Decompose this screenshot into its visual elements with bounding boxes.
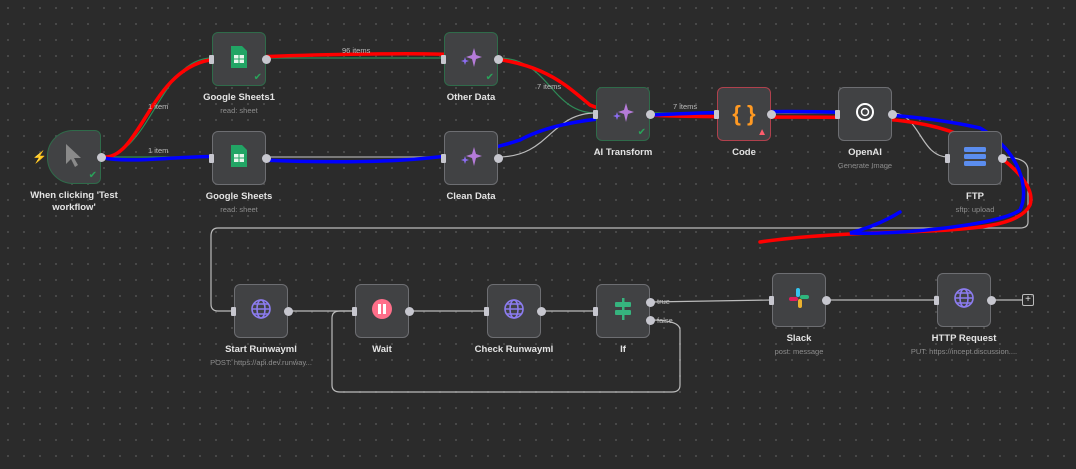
node-start[interactable] [234, 284, 288, 338]
output-handle[interactable] [405, 307, 414, 316]
add-node-button[interactable]: + [1022, 294, 1034, 306]
ai-sparkle-icon [459, 144, 483, 173]
output-handle[interactable] [537, 307, 546, 316]
slack-icon [788, 287, 810, 314]
openai-icon [853, 100, 877, 129]
node-title: Slack [786, 333, 812, 344]
input-handle[interactable] [441, 55, 446, 64]
node-title: Wait [372, 344, 392, 355]
output-handle[interactable] [262, 154, 271, 163]
input-handle[interactable] [835, 110, 840, 119]
input-handle[interactable] [484, 307, 489, 316]
trigger-bolt-icon: ⚡ [32, 150, 47, 164]
node-ai[interactable]: ✔ [596, 87, 650, 141]
output-handle[interactable] [262, 55, 271, 64]
node-http[interactable] [937, 273, 991, 327]
node-check[interactable] [487, 284, 541, 338]
edge-label: 7 items [537, 82, 562, 91]
node-title: FTP [966, 191, 984, 202]
node-slack[interactable] [772, 273, 826, 327]
node-title: Google Sheets [205, 191, 273, 202]
output-handle[interactable] [998, 154, 1007, 163]
output-handle[interactable] [646, 316, 655, 325]
node-title: Clean Data [446, 191, 496, 202]
input-handle[interactable] [441, 154, 446, 163]
ai-sparkle-icon [611, 100, 635, 129]
node-clean[interactable] [444, 131, 498, 185]
node-title: Google Sheets1 [203, 92, 275, 103]
success-check-icon: ✔ [485, 72, 494, 83]
node-subtitle: sftp: upload [955, 205, 995, 214]
server-icon [963, 146, 987, 171]
warning-icon: ▲ [757, 127, 767, 138]
signpost-icon [612, 297, 634, 326]
edge-label: 96 items [342, 46, 371, 55]
pause-icon [371, 298, 393, 325]
globe-icon [953, 287, 975, 314]
node-if[interactable] [596, 284, 650, 338]
success-check-icon: ✔ [88, 170, 97, 181]
input-handle[interactable] [593, 110, 598, 119]
node-title: OpenAI [848, 147, 882, 158]
ai-sparkle-icon [459, 45, 483, 74]
node-gs[interactable] [212, 131, 266, 185]
node-trigger[interactable]: ✔ [47, 130, 101, 184]
globe-icon [250, 298, 272, 325]
edge-label: 1 item [148, 102, 169, 111]
node-title: HTTP Request [931, 333, 997, 344]
output-handle[interactable] [767, 110, 776, 119]
node-code[interactable]: { } ▲ [717, 87, 771, 141]
node-wait[interactable] [355, 284, 409, 338]
input-handle[interactable] [714, 110, 719, 119]
input-handle[interactable] [934, 296, 939, 305]
input-handle[interactable] [945, 154, 950, 163]
input-handle[interactable] [231, 307, 236, 316]
node-subtitle: PUT: https://incept.discussion.... [910, 347, 1018, 356]
input-handle[interactable] [769, 296, 774, 305]
node-subtitle: read: sheet [220, 205, 258, 214]
output-handle[interactable] [987, 296, 996, 305]
connections-layer [100, 52, 1033, 393]
output-handle[interactable] [494, 55, 503, 64]
node-title: Start Runwayml [225, 344, 297, 355]
node-ftp[interactable] [948, 131, 1002, 185]
input-handle[interactable] [352, 307, 357, 316]
input-handle[interactable] [209, 55, 214, 64]
success-check-icon: ✔ [637, 127, 646, 138]
output-handle[interactable] [888, 110, 897, 119]
output-handle[interactable] [494, 154, 503, 163]
node-subtitle: POST: https://api.dev.runway... [210, 358, 312, 367]
output-handle[interactable] [97, 153, 106, 162]
code-braces-icon: { } [732, 101, 756, 126]
output-handle[interactable] [646, 298, 655, 307]
output-handle[interactable] [284, 307, 293, 316]
google-sheets-icon [230, 144, 248, 173]
globe-icon [503, 298, 525, 325]
node-other[interactable]: ✔ [444, 32, 498, 86]
success-check-icon: ✔ [253, 72, 262, 83]
node-title: If [620, 344, 626, 355]
node-subtitle: read: sheet [220, 106, 258, 115]
node-subtitle: Generate Image [837, 161, 893, 170]
output-handle[interactable] [822, 296, 831, 305]
node-subtitle: post: message [774, 347, 824, 356]
edge-label: 7 items [673, 102, 698, 111]
if-false-label: false [657, 316, 673, 325]
node-title: Code [732, 147, 756, 158]
node-title: AI Transform [593, 147, 653, 158]
cursor-icon [63, 142, 85, 173]
output-handle[interactable] [646, 110, 655, 119]
input-handle[interactable] [209, 154, 214, 163]
node-openai[interactable] [838, 87, 892, 141]
google-sheets-icon [230, 45, 248, 74]
edge-label: 1 item [148, 146, 169, 155]
input-handle[interactable] [593, 307, 598, 316]
if-true-label: true [657, 297, 670, 306]
node-title: Other Data [446, 92, 496, 103]
node-title: When clicking 'Test workflow' [30, 190, 118, 213]
node-gs1[interactable]: ✔ [212, 32, 266, 86]
